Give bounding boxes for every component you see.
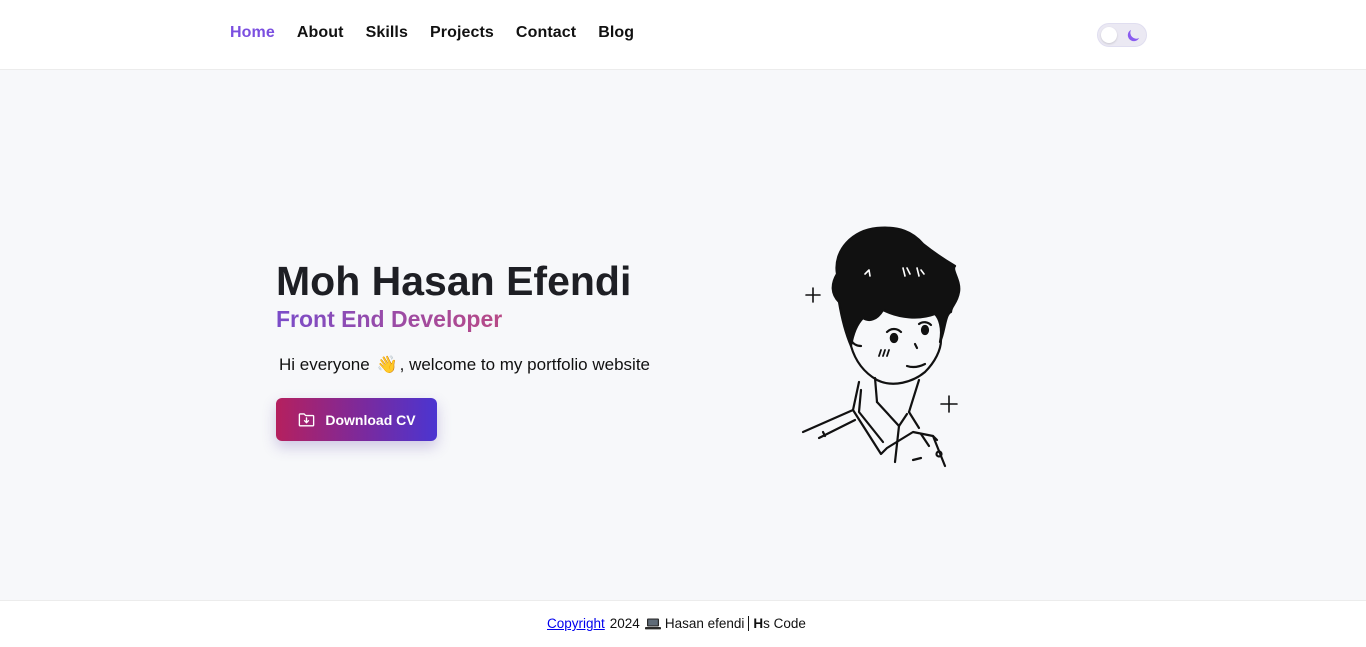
hero-section: Moh Hasan Efendi Front End Developer Hi …	[0, 70, 1366, 600]
waving-hand-icon: 👋	[376, 355, 398, 374]
footer-brand: Hs Code	[753, 616, 806, 631]
hero-role: Front End Developer	[276, 306, 503, 332]
footer-year: 2024	[609, 616, 640, 631]
theme-toggle[interactable]	[1097, 23, 1147, 47]
hero-greeting: Hi everyone 👋, welcome to my portfolio w…	[279, 355, 650, 375]
avatar-illustration	[801, 226, 961, 468]
nav-links: Home About Skills Projects Contact Blog	[230, 24, 656, 42]
moon-icon	[1127, 29, 1140, 42]
footer-brand-initial: H	[753, 616, 764, 631]
copyright-link[interactable]: Copyright	[547, 616, 605, 631]
folder-download-icon	[299, 413, 315, 427]
nav-item-blog[interactable]: Blog	[598, 24, 634, 42]
download-cv-label: Download CV	[325, 411, 416, 428]
footer-copyright-line: Copyright 2024 Hasan efendi Hs Code	[547, 616, 806, 631]
greeting-text-start: Hi everyone	[279, 355, 370, 374]
footer-brand-rest: s Code	[763, 616, 806, 631]
navbar: Home About Skills Projects Contact Blog	[0, 0, 1366, 70]
download-cv-button[interactable]: Download CV	[276, 398, 437, 441]
nav-item-projects[interactable]: Projects	[430, 24, 494, 42]
nav-item-contact[interactable]: Contact	[516, 24, 576, 42]
footer: Copyright 2024 Hasan efendi Hs Code	[0, 600, 1366, 647]
hero-name: Moh Hasan Efendi	[276, 258, 632, 304]
laptop-icon	[644, 618, 661, 629]
nav-item-home[interactable]: Home	[230, 24, 275, 42]
footer-author: Hasan efendi	[664, 616, 745, 631]
greeting-text-end: , welcome to my portfolio website	[399, 355, 651, 374]
footer-divider	[748, 616, 750, 631]
nav-item-skills[interactable]: Skills	[366, 24, 408, 42]
toggle-knob	[1101, 27, 1117, 43]
nav-item-about[interactable]: About	[297, 24, 344, 42]
